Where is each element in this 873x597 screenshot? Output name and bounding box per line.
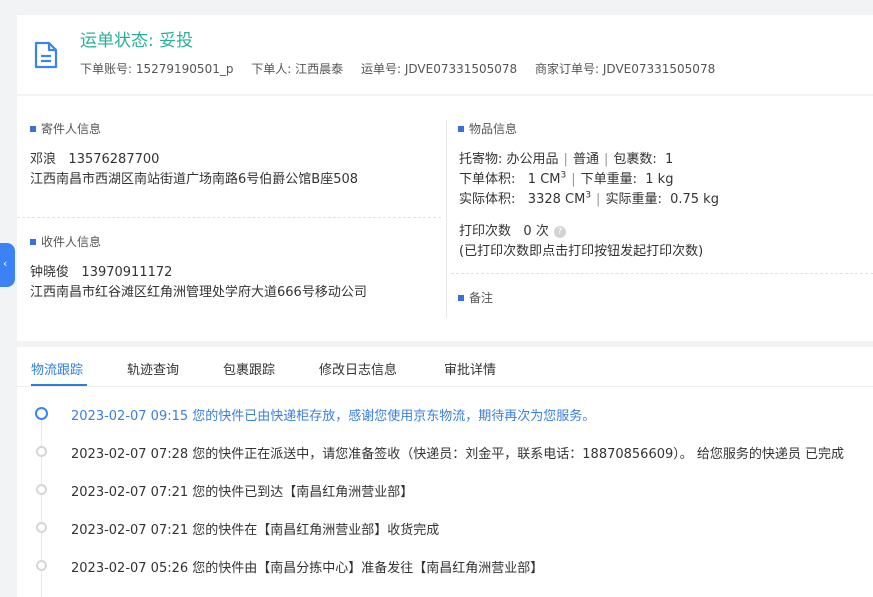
chevron-left-icon: ‹ (3, 257, 8, 270)
remark-section-heading: 备注 (458, 289, 493, 306)
print-count-line: 打印次数 0 次? (459, 220, 566, 239)
print-count-note: (已打印次数即点击打印按钮发起打印次数) (459, 244, 704, 259)
timeline-item: 2023-02-07 05:26 您的快件由【南昌分拣中心】准备发往【南昌红角洲… (17, 556, 873, 576)
consigned-item: 办公用品 (506, 152, 559, 167)
column-divider (446, 120, 447, 318)
sender-address: 江西南昌市西湖区南站街道广场南路6号伯爵公馆B座508 (30, 172, 359, 187)
goods-order-volume-line: 下单体积: 1 CM3 | 下单重量: 1 kg (459, 170, 674, 187)
goods-type: 普通 (572, 152, 599, 167)
waybill-meta: 下单账号: 15279190501_p 下单人: 江西晨泰 运单号: JDVE0… (80, 60, 729, 77)
merchant-order-number: 商家订单号: JDVE07331505078 (535, 62, 716, 76)
order-weight: 1 kg (645, 172, 674, 187)
waybill-header-card: 运单状态: 妥投 下单账号: 15279190501_p 下单人: 江西晨泰 运… (17, 15, 873, 94)
document-icon (34, 41, 58, 69)
sender-phone: 13576287700 (68, 152, 160, 167)
section-marker-icon (458, 125, 464, 132)
tracking-tabs: 物流跟踪 轨迹查询 包裹跟踪 修改日志信息 审批详情 (17, 347, 873, 387)
timeline-dot-active (35, 407, 48, 420)
timeline-text: 2023-02-07 05:26 您的快件由【南昌分拣中心】准备发往【南昌红角洲… (71, 561, 544, 576)
receiver-contact: 钟晓俊 13970911172 (30, 261, 172, 280)
sender-name: 邓浪 (30, 152, 57, 167)
active-tab-indicator (31, 384, 87, 386)
goods-consigned-line: 托寄物: 办公用品 | 普通 | 包裹数: 1 (459, 152, 674, 167)
section-marker-icon (30, 125, 36, 132)
receiver-address: 江西南昌市红谷滩区红角洲管理处学府大道666号移动公司 (30, 285, 367, 300)
timeline-dot (36, 560, 47, 571)
sender-contact: 邓浪 13576287700 (30, 148, 159, 167)
order-account: 下单账号: 15279190501_p (80, 62, 234, 76)
tab-logistics-tracking[interactable]: 物流跟踪 (31, 359, 83, 378)
order-volume: 1 CM (527, 172, 561, 187)
timeline-text: 2023-02-07 07:21 您的快件在【南昌红角洲营业部】收货完成 (71, 523, 440, 538)
package-count: 1 (665, 152, 674, 167)
shipment-info-card: 寄件人信息 邓浪 13576287700 江西南昌市西湖区南站街道广场南路6号伯… (17, 96, 873, 341)
timeline-text: 2023-02-07 09:15 您的快件已由快递柜存放，感谢您使用京东物流，期… (71, 409, 596, 424)
waybill-number: 运单号: JDVE07331505078 (360, 62, 518, 76)
orderer: 下单人: 江西晨泰 (251, 62, 344, 76)
actual-weight: 0.75 kg (670, 192, 719, 207)
section-marker-icon (30, 238, 36, 245)
timeline-dot (36, 484, 47, 495)
tab-change-log[interactable]: 修改日志信息 (319, 359, 397, 378)
tracking-card: 物流跟踪 轨迹查询 包裹跟踪 修改日志信息 审批详情 2023-02-07 09… (17, 347, 873, 597)
sender-section-heading: 寄件人信息 (30, 120, 101, 137)
receiver-name: 钟晓俊 (30, 265, 70, 280)
goods-actual-volume-line: 实际体积: 3328 CM3 | 实际重量: 0.75 kg (459, 190, 719, 207)
actual-volume: 3328 CM (527, 192, 586, 207)
tab-package-tracking[interactable]: 包裹跟踪 (223, 359, 275, 378)
section-marker-icon (458, 294, 464, 301)
receiver-phone: 13970911172 (81, 265, 173, 280)
timeline-item: 2023-02-07 07:21 您的快件在【南昌红角洲营业部】收货完成 (17, 518, 873, 538)
divider (451, 273, 873, 274)
timeline-dot (36, 522, 47, 533)
tab-trajectory-query[interactable]: 轨迹查询 (127, 359, 179, 378)
timeline-item: 2023-02-07 07:21 您的快件已到达【南昌红角洲营业部】 (17, 480, 873, 500)
timeline-text: 2023-02-07 07:28 您的快件正在派送中，请您准备签收（快递员：刘金… (71, 447, 845, 462)
timeline-item: 2023-02-07 07:28 您的快件正在派送中，请您准备签收（快递员：刘金… (17, 442, 873, 462)
timeline-text: 2023-02-07 07:21 您的快件已到达【南昌红角洲营业部】 (71, 485, 414, 500)
side-collapse-toggle[interactable]: ‹ (0, 243, 15, 287)
divider (17, 217, 441, 218)
help-circle-icon[interactable]: ? (553, 226, 566, 238)
goods-section-heading: 物品信息 (458, 120, 517, 137)
waybill-status-title: 运单状态: 妥投 (80, 31, 194, 51)
receiver-section-heading: 收件人信息 (30, 233, 101, 250)
print-count: 0 次 (523, 224, 549, 239)
timeline-dot (36, 446, 47, 457)
tab-approval-details[interactable]: 审批详情 (444, 359, 496, 378)
timeline-item: 2023-02-07 09:15 您的快件已由快递柜存放，感谢您使用京东物流，期… (17, 404, 873, 424)
